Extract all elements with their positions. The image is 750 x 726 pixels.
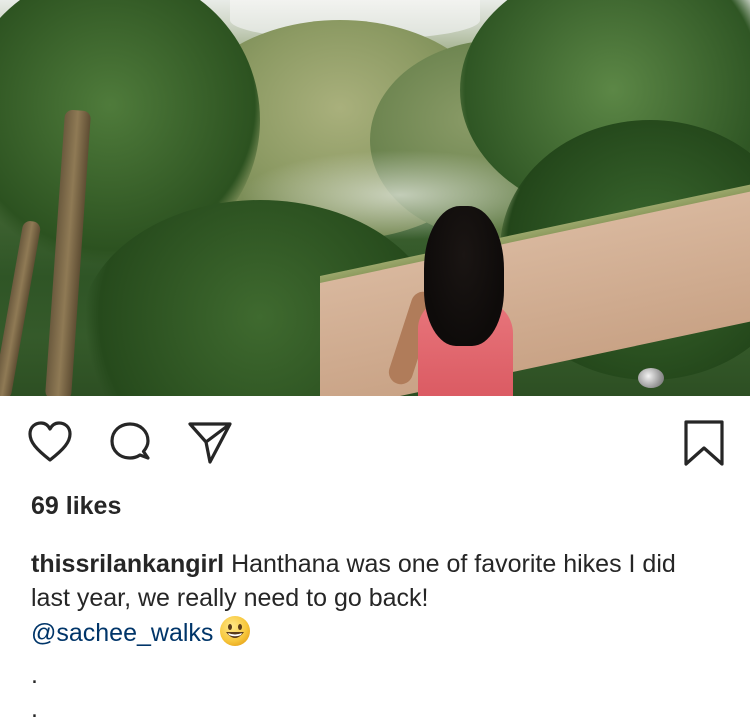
comment-icon[interactable] bbox=[106, 418, 154, 466]
post-caption: thissrilankangirl Hanthana was one of fa… bbox=[31, 547, 720, 650]
caption-username[interactable]: thissrilankangirl bbox=[31, 550, 224, 578]
caption-mention-link[interactable]: @sachee_walks bbox=[31, 619, 213, 647]
photo-woman-hair bbox=[424, 206, 504, 346]
photo-wall-lamp bbox=[638, 368, 664, 388]
photo-tree-trunk bbox=[0, 219, 42, 396]
likes-count[interactable]: 69 likes bbox=[31, 492, 750, 521]
caption-dot: . bbox=[31, 695, 38, 723]
bookmark-icon[interactable] bbox=[680, 418, 728, 466]
grinning-face-emoji-icon bbox=[219, 615, 251, 647]
paper-plane-icon[interactable] bbox=[186, 418, 234, 466]
heart-icon[interactable] bbox=[26, 418, 74, 466]
post-action-bar bbox=[0, 396, 750, 482]
post-photo[interactable] bbox=[0, 0, 750, 396]
caption-dot: . bbox=[31, 661, 38, 689]
